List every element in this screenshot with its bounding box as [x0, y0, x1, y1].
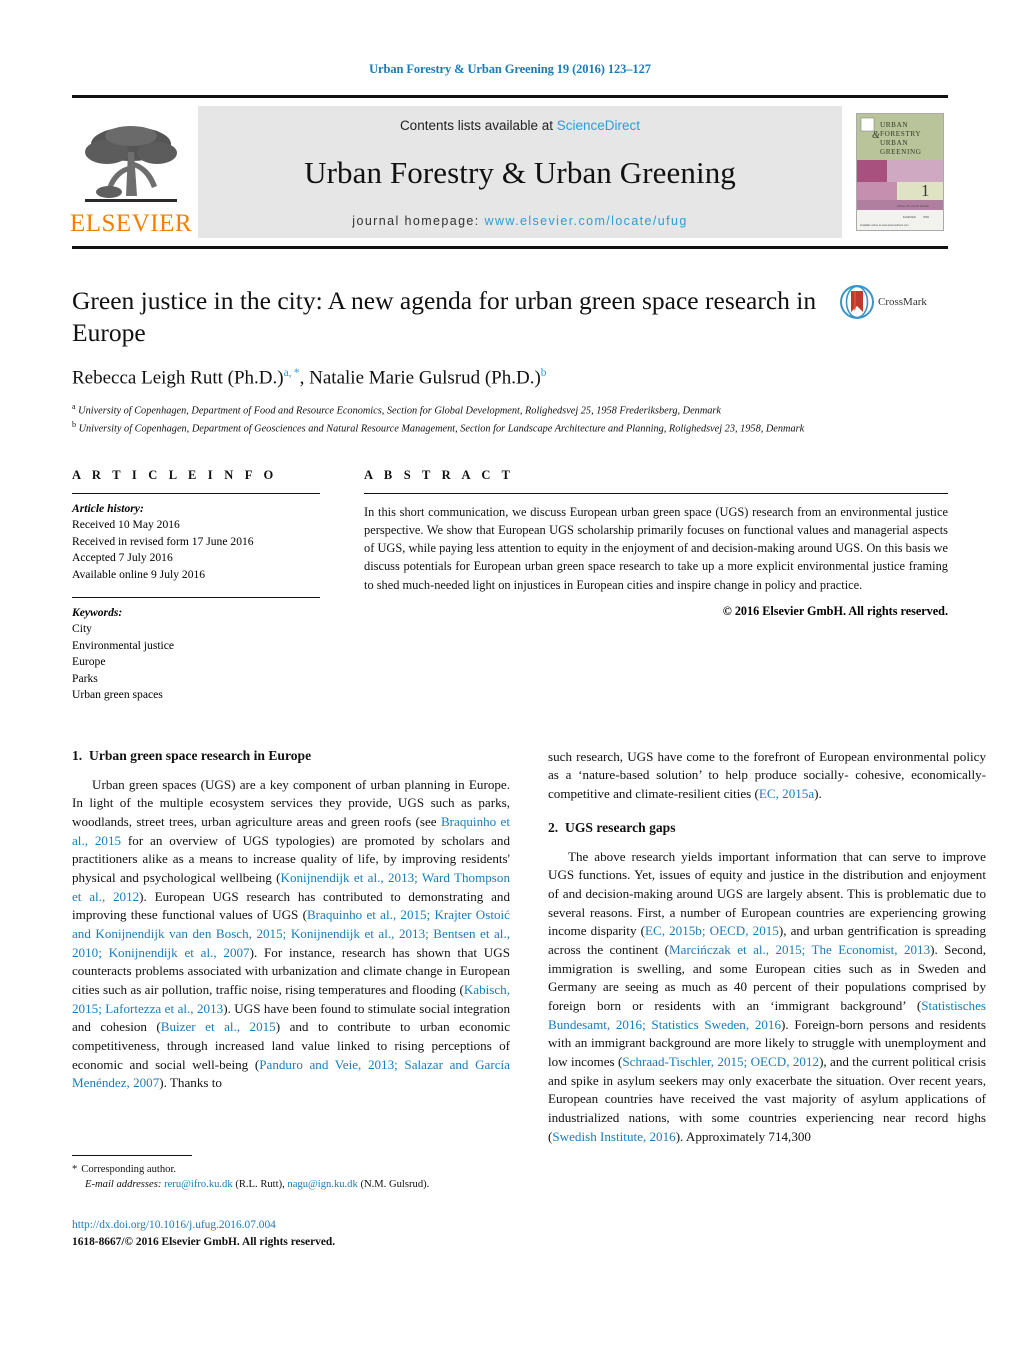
email-owner-2: (N.M. Gulsrud). — [360, 1179, 430, 1191]
footnote-corresponding-line: * Corresponding author. — [72, 1162, 510, 1177]
affiliation-b: b University of Copenhagen, Department o… — [72, 419, 948, 437]
keyword-item: Environmental justice — [72, 638, 175, 652]
affiliation-list: a University of Copenhagen, Department o… — [72, 401, 948, 438]
article-history-group: Article history: Received 10 May 2016 Re… — [72, 494, 320, 583]
body-column-left: 1. Urban green space research in Europe U… — [72, 748, 510, 1146]
svg-text:1: 1 — [921, 181, 930, 200]
history-item: Received in revised form 17 June 2016 — [72, 534, 254, 548]
svg-text:URBAN: URBAN — [880, 139, 908, 147]
svg-text:Volume 15 · Fourth Number: Volume 15 · Fourth Number — [897, 204, 929, 208]
email-link-1[interactable]: reru@ifro.ku.dk — [164, 1179, 233, 1190]
journal-band: Contents lists available at ScienceDirec… — [198, 106, 842, 238]
doi-link[interactable]: http://dx.doi.org/10.1016/j.ufug.2016.07… — [72, 1217, 592, 1234]
journal-homepage-line: journal homepage: www.elsevier.com/locat… — [352, 214, 687, 228]
section-2-paragraph: The above research yields important info… — [548, 848, 987, 1144]
section-title-2: UGS research gaps — [565, 819, 676, 835]
svg-text:FORESTRY: FORESTRY — [880, 130, 921, 138]
section-number-2: 2. — [548, 819, 559, 835]
svg-text:GREENING: GREENING — [880, 148, 922, 156]
body-columns: 1. Urban green space research in Europe U… — [72, 748, 986, 1146]
history-item: Available online 9 July 2016 — [72, 567, 206, 581]
keyword-item: City — [72, 622, 92, 636]
footnote-star: * — [72, 1164, 78, 1175]
affiliation-text-b: University of Copenhagen, Department of … — [78, 423, 805, 435]
corresponding-author-footnote: * Corresponding author. E-mail addresses:… — [72, 1155, 510, 1192]
keyword-item: Europe — [72, 655, 106, 669]
page-title: Green justice in the city: A new agenda … — [72, 286, 817, 347]
running-head: Urban Forestry & Urban Greening 19 (2016… — [369, 62, 651, 76]
footnote-rule — [72, 1155, 192, 1156]
article-page: Urban Forestry & Urban Greening 19 (2016… — [0, 0, 1020, 1351]
homepage-prefix: journal homepage: — [352, 214, 485, 228]
crossmark-badge[interactable]: CrossMark — [840, 285, 948, 319]
history-item: Received 10 May 2016 — [72, 518, 180, 532]
article-info-column: A R T I C L E I N F O Article history: R… — [72, 468, 320, 704]
keywords-group: Keywords: City Environmental justice Eur… — [72, 598, 320, 704]
journal-cover-thumbnail-icon: URBAN FORESTRY & URBAN GREENING 1 Volume… — [856, 113, 944, 231]
abstract-column: A B S T R A C T In this short communicat… — [364, 468, 948, 704]
issn-copyright-line: 1618-8667/© 2016 Elsevier GmbH. All righ… — [72, 1235, 336, 1248]
bottom-metadata: http://dx.doi.org/10.1016/j.ufug.2016.07… — [72, 1217, 592, 1250]
affiliation-a: a University of Copenhagen, Department o… — [72, 401, 948, 419]
author-list: Rebecca Leigh Rutt (Ph.D.)a, *, Natalie … — [72, 366, 547, 389]
article-history-title: Article history: — [72, 501, 144, 515]
history-item: Accepted 7 July 2016 — [72, 551, 173, 565]
info-abstract-row: A R T I C L E I N F O Article history: R… — [72, 468, 948, 704]
section-1-paragraph: Urban green spaces (UGS) are a key compo… — [72, 776, 511, 1091]
svg-text:&: & — [872, 130, 880, 141]
email-owner-1: (R.L. Rutt) — [235, 1179, 283, 1191]
elsevier-wordmark: ELSEVIER — [69, 210, 193, 237]
svg-text:URBAN: URBAN — [880, 121, 908, 129]
journal-masthead: ELSEVIER Contents lists available at Sci… — [69, 95, 948, 249]
contents-available-line: Contents lists available at ScienceDirec… — [400, 118, 640, 133]
affiliation-marker-a: a — [72, 402, 76, 412]
footnote-email-line: E-mail addresses: reru@ifro.ku.dk (R.L. … — [85, 1179, 430, 1191]
body-column-right: such research, UGS have come to the fore… — [548, 748, 986, 1146]
title-area: Green justice in the city: A new agenda … — [72, 285, 948, 438]
abstract-heading: A B S T R A C T — [364, 467, 515, 482]
email-link-2[interactable]: nagu@ign.ku.dk — [287, 1179, 357, 1190]
footnote-corresponding-text: Corresponding author. — [81, 1164, 177, 1175]
journal-homepage-link[interactable]: www.elsevier.com/locate/ufug — [485, 214, 688, 228]
article-info-heading: A R T I C L E I N F O — [72, 467, 278, 482]
keywords-title: Keywords: — [72, 606, 123, 620]
affiliation-text-a: University of Copenhagen, Department of … — [78, 405, 721, 417]
svg-text:Available online at www.scienc: Available online at www.sciencedirect.co… — [860, 223, 909, 227]
crossmark-label: CrossMark — [878, 296, 927, 308]
abstract-copyright: © 2016 Elsevier GmbH. All rights reserve… — [722, 603, 948, 618]
elsevier-logo: ELSEVIER — [69, 106, 193, 238]
section-heading-1: 1. Urban green space research in Europe — [72, 748, 510, 764]
right-column-flow: such research, UGS have come to the fore… — [548, 748, 986, 1146]
journal-cover: URBAN FORESTRY & URBAN GREENING 1 Volume… — [852, 106, 948, 238]
email-addresses-label: E-mail addresses: — [85, 1179, 162, 1191]
section-number-1: 1. — [72, 747, 83, 763]
journal-title: Urban Forestry & Urban Greening — [304, 154, 736, 190]
contents-prefix: Contents lists available at — [399, 118, 557, 133]
keyword-item: Urban green spaces — [72, 688, 163, 702]
abstract-text: In this short communication, we discuss … — [364, 504, 948, 592]
section-heading-2: 2. UGS research gaps — [548, 820, 986, 836]
crossmark-icon — [840, 285, 874, 319]
affiliation-marker-b: b — [72, 420, 76, 430]
svg-text:ELSEVIER: ELSEVIER — [903, 215, 916, 219]
section-title-1: Urban green space research in Europe — [89, 747, 312, 763]
sciencedirect-link[interactable]: ScienceDirect — [557, 118, 640, 133]
elsevier-tree-icon — [85, 126, 177, 202]
section-1-paragraph-continued: such research, UGS have come to the fore… — [548, 748, 986, 802]
keyword-item: Parks — [72, 671, 98, 685]
svg-text:ISSN: ISSN — [923, 215, 929, 219]
